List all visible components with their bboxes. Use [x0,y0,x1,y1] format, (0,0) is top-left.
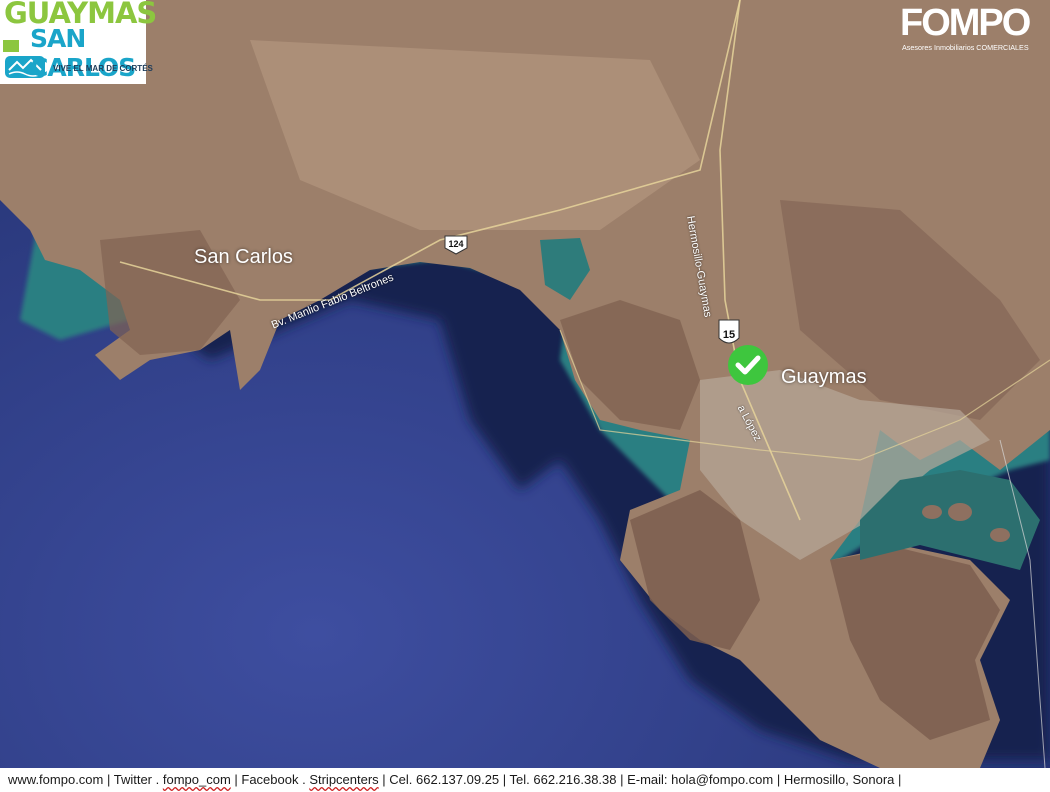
contact-footer: www.fompo.com | Twitter . fompo_com | Fa… [0,768,1050,792]
island [948,503,972,521]
highway-124-shield-icon: 124 [444,235,468,255]
logo-line-san-carlos: SAN CARLOS [30,24,136,82]
footer-facebook-lead: | Facebook . [230,772,310,787]
island [990,528,1010,542]
footer-web: www.fompo.com | Twitter . [8,772,163,787]
check-circle-icon[interactable] [727,344,769,386]
footer-facebook-page[interactable]: Stripcenters [309,772,378,787]
footer-twitter-handle[interactable]: fompo_com [163,772,231,787]
fompo-subtitle: Asesores Inmobiliarios COMERCIALES [902,43,1029,52]
shield-124-text: 124 [448,239,463,249]
guaymas-san-carlos-logo: GUAYMAS SAN CARLOS VIVE EL MAR DE CORTÉS [0,0,157,84]
label-guaymas: Guaymas [781,366,867,388]
footer-contact-details: | Cel. 662.137.09.25 | Tel. 662.216.38.3… [378,772,902,787]
island [922,505,942,519]
logo-tagline: VIVE EL MAR DE CORTÉS [53,64,153,73]
label-san-carlos: San Carlos [194,246,293,268]
satellite-map[interactable] [0,0,1050,792]
fompo-logo: FOMPO Asesores Inmobiliarios COMERCIALES [898,2,1048,52]
fompo-brand-name: FOMPO [900,2,1031,44]
shield-15-text: 15 [723,329,735,341]
